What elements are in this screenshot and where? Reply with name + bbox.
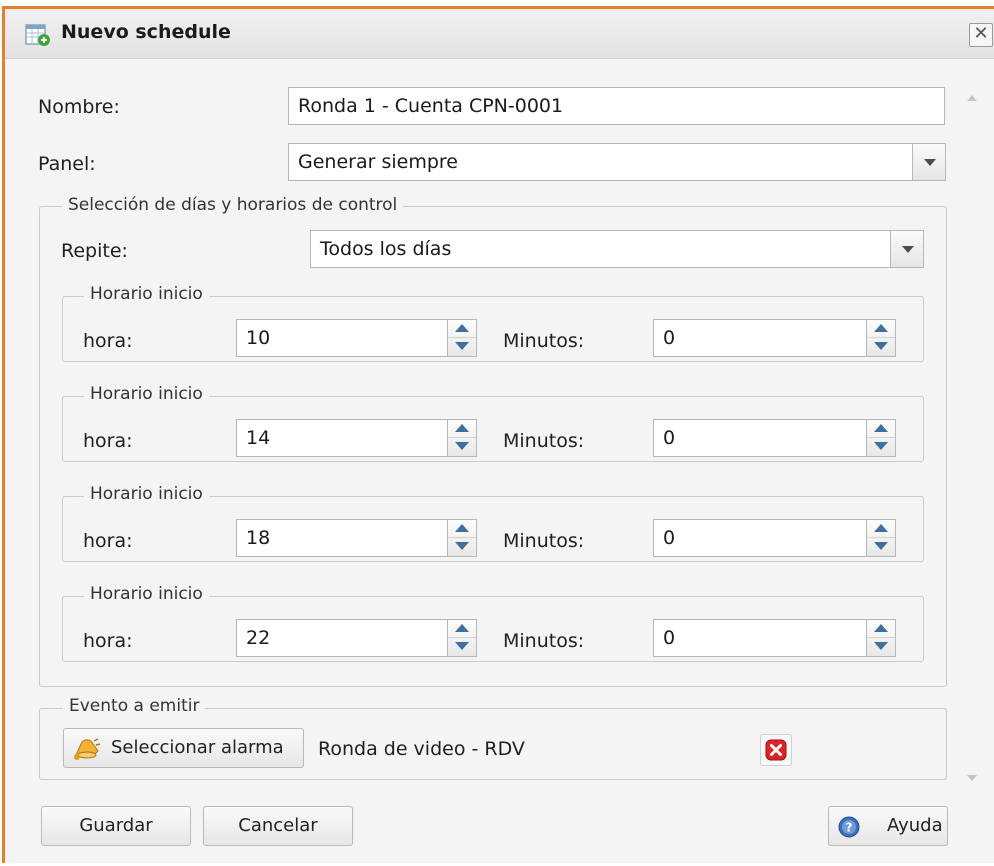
hora-value: 10 <box>246 327 271 349</box>
minutos-label: Minutos: <box>503 430 585 452</box>
minutos-input-4[interactable]: 0 <box>653 619 867 657</box>
decrement-arrow-icon[interactable] <box>448 638 476 656</box>
hora-input-2[interactable]: 14 <box>236 419 448 457</box>
guardar-button[interactable]: Guardar <box>41 806 191 846</box>
close-button[interactable]: ✕ <box>969 23 993 47</box>
increment-arrow-icon[interactable] <box>448 320 476 338</box>
cancelar-button[interactable]: Cancelar <box>203 806 353 846</box>
increment-arrow-icon[interactable] <box>448 520 476 538</box>
remove-icon <box>765 739 787 761</box>
schedule-dialog: Nuevo schedule ✕ Nombre: Ronda 1 - Cuent… <box>2 6 994 863</box>
scroll-down-icon[interactable] <box>967 775 977 781</box>
minutos-label: Minutos: <box>503 630 585 652</box>
minutos-stepper-4[interactable] <box>866 619 896 657</box>
increment-arrow-icon[interactable] <box>867 320 895 338</box>
hora-label: hora: <box>83 430 133 452</box>
hora-value: 14 <box>246 427 271 449</box>
panel-value: Generar siempre <box>298 151 458 173</box>
repite-value: Todos los días <box>320 238 452 260</box>
calendar-add-icon <box>25 24 50 46</box>
repite-label: Repite: <box>61 240 128 262</box>
increment-arrow-icon[interactable] <box>867 520 895 538</box>
minutos-input-3[interactable]: 0 <box>653 519 867 557</box>
decrement-arrow-icon[interactable] <box>448 338 476 356</box>
horario-legend: Horario inicio <box>84 384 209 404</box>
hora-input-1[interactable]: 10 <box>236 319 448 357</box>
minutos-stepper-3[interactable] <box>866 519 896 557</box>
hora-label: hora: <box>83 530 133 552</box>
hora-stepper-2[interactable] <box>447 419 477 457</box>
minutos-label: Minutos: <box>503 530 585 552</box>
minutos-value: 0 <box>663 627 676 649</box>
ayuda-label: Ayuda <box>887 815 943 836</box>
selected-alarm-value: Ronda de video - RDV <box>318 738 525 760</box>
repite-select[interactable]: Todos los días <box>310 230 891 268</box>
dialog-title: Nuevo schedule <box>61 21 231 43</box>
nombre-input[interactable]: Ronda 1 - Cuenta CPN-0001 <box>288 87 945 125</box>
increment-arrow-icon[interactable] <box>448 420 476 438</box>
panel-select[interactable]: Generar siempre <box>288 143 913 181</box>
hora-stepper-4[interactable] <box>447 619 477 657</box>
hora-label: hora: <box>83 630 133 652</box>
minutos-value: 0 <box>663 527 676 549</box>
hora-label: hora: <box>83 330 133 352</box>
minutos-stepper-2[interactable] <box>866 419 896 457</box>
minutos-input-2[interactable]: 0 <box>653 419 867 457</box>
decrement-arrow-icon[interactable] <box>867 338 895 356</box>
increment-arrow-icon[interactable] <box>867 420 895 438</box>
bell-icon <box>74 738 101 760</box>
hora-input-4[interactable]: 22 <box>236 619 448 657</box>
evento-legend: Evento a emitir <box>63 696 206 716</box>
guardar-label: Guardar <box>79 815 153 836</box>
nombre-value: Ronda 1 - Cuenta CPN-0001 <box>298 95 564 117</box>
scroll-up-icon[interactable] <box>967 95 977 101</box>
hora-stepper-3[interactable] <box>447 519 477 557</box>
schedule-legend: Selección de días y horarios de control <box>62 195 404 215</box>
minutos-label: Minutos: <box>503 330 585 352</box>
minutos-value: 0 <box>663 327 676 349</box>
horario-legend: Horario inicio <box>84 484 209 504</box>
decrement-arrow-icon[interactable] <box>448 538 476 556</box>
decrement-arrow-icon[interactable] <box>867 538 895 556</box>
panel-dropdown-chevron-icon[interactable] <box>912 143 946 181</box>
horario-legend: Horario inicio <box>84 284 209 304</box>
dialog-body: Nombre: Ronda 1 - Cuenta CPN-0001 Panel:… <box>5 59 994 866</box>
svg-text:?: ? <box>846 821 853 835</box>
cancelar-label: Cancelar <box>238 815 318 836</box>
increment-arrow-icon[interactable] <box>867 620 895 638</box>
nombre-label: Nombre: <box>38 96 120 118</box>
hora-value: 18 <box>246 527 271 549</box>
minutos-input-1[interactable]: 0 <box>653 319 867 357</box>
dialog-titlebar[interactable]: Nuevo schedule ✕ <box>5 9 994 59</box>
panel-label: Panel: <box>38 153 96 175</box>
increment-arrow-icon[interactable] <box>448 620 476 638</box>
minutos-value: 0 <box>663 427 676 449</box>
hora-input-3[interactable]: 18 <box>236 519 448 557</box>
minutos-stepper-1[interactable] <box>866 319 896 357</box>
hora-value: 22 <box>246 627 271 649</box>
vertical-scrollbar[interactable] <box>957 59 991 799</box>
remove-alarm-button[interactable] <box>760 734 792 766</box>
seleccionar-alarma-button[interactable]: Seleccionar alarma <box>63 728 304 768</box>
decrement-arrow-icon[interactable] <box>867 638 895 656</box>
horario-legend: Horario inicio <box>84 584 209 604</box>
decrement-arrow-icon[interactable] <box>867 438 895 456</box>
hora-stepper-1[interactable] <box>447 319 477 357</box>
repite-dropdown-chevron-icon[interactable] <box>890 230 924 268</box>
decrement-arrow-icon[interactable] <box>448 438 476 456</box>
help-icon: ? <box>838 816 860 838</box>
ayuda-button[interactable]: ? Ayuda <box>828 806 948 846</box>
seleccionar-alarma-label: Seleccionar alarma <box>111 737 284 758</box>
close-icon: ✕ <box>973 23 989 44</box>
